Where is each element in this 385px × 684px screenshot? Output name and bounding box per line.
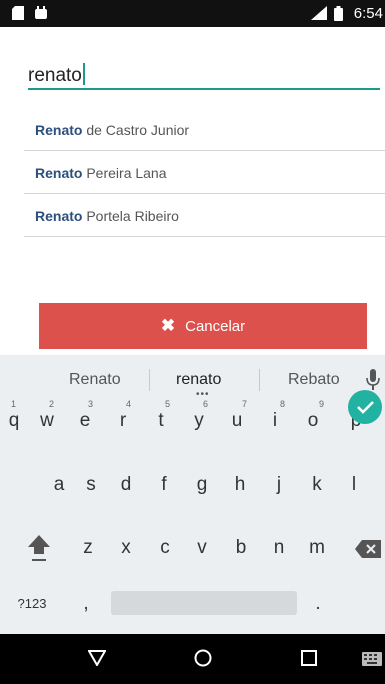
suggestion-divider	[149, 369, 150, 391]
key-l[interactable]: l	[335, 474, 373, 496]
result-rest: de Castro Junior	[82, 122, 190, 138]
status-time: 6:54	[353, 5, 383, 22]
shift-key-icon[interactable]	[26, 533, 52, 569]
result-rest: Pereira Lana	[82, 165, 167, 181]
cancel-button[interactable]: ✖ Cancelar	[39, 303, 367, 349]
result-item[interactable]: Renato Portela Ribeiro	[24, 194, 385, 237]
search-input[interactable]: renato	[28, 63, 85, 87]
status-bar: 6:54	[0, 0, 385, 27]
enter-key[interactable]	[348, 390, 382, 424]
signal-icon	[311, 6, 327, 25]
symbols-key[interactable]: ?123	[12, 596, 52, 611]
key-s[interactable]: s	[72, 474, 110, 496]
key-hint: 6	[203, 399, 209, 409]
suggestion-strip: Renato renato ••• Rebato	[0, 355, 385, 407]
navigation-bar	[0, 634, 385, 684]
key-x[interactable]: x	[107, 537, 145, 559]
key-hint: 4	[126, 399, 132, 409]
search-area: renato	[0, 27, 385, 102]
key-y[interactable]: y	[180, 410, 218, 432]
key-hint: 9	[319, 399, 325, 409]
key-g[interactable]: g	[183, 474, 221, 496]
result-item[interactable]: Renato de Castro Junior	[24, 108, 385, 151]
key-t[interactable]: t	[142, 410, 180, 432]
key-b[interactable]: b	[222, 537, 260, 559]
recents-icon[interactable]	[301, 650, 317, 671]
result-highlight: Renato	[35, 122, 83, 138]
cancel-button-label: Cancelar	[185, 317, 246, 335]
key-q[interactable]: q	[0, 410, 28, 432]
close-icon: ✖	[160, 316, 176, 335]
soft-keyboard: Renato renato ••• Rebato 1 2 3 4 5 6 7 8…	[0, 355, 385, 634]
key-hint: 1	[11, 399, 17, 409]
key-o[interactable]: o	[294, 410, 332, 432]
suggestion-1[interactable]: Renato	[69, 371, 121, 389]
battery-icon	[334, 6, 343, 26]
key-k[interactable]: k	[298, 474, 336, 496]
key-f[interactable]: f	[145, 474, 183, 496]
results-list: Renato de Castro Junior Renato Pereira L…	[24, 108, 385, 237]
period-key[interactable]: .	[308, 593, 328, 615]
key-i[interactable]: i	[256, 410, 294, 432]
back-icon[interactable]	[87, 650, 107, 671]
search-input-text: renato	[28, 65, 82, 86]
key-z[interactable]: z	[69, 537, 107, 559]
suggestion-2[interactable]: renato	[176, 371, 221, 389]
suggestion-3[interactable]: Rebato	[288, 371, 340, 389]
result-highlight: Renato	[35, 208, 83, 224]
backspace-key-icon[interactable]	[354, 540, 382, 564]
key-d[interactable]: d	[107, 474, 145, 496]
key-m[interactable]: m	[298, 537, 336, 559]
key-hint: 7	[242, 399, 248, 409]
key-v[interactable]: v	[183, 537, 221, 559]
text-caret	[82, 63, 85, 85]
key-c[interactable]: c	[146, 537, 184, 559]
key-hint: 2	[49, 399, 55, 409]
comma-key[interactable]: ,	[76, 593, 96, 615]
key-h[interactable]: h	[221, 474, 259, 496]
key-r[interactable]: r	[104, 410, 142, 432]
home-icon[interactable]	[194, 649, 212, 672]
suggestion-divider	[259, 369, 260, 391]
result-rest: Portela Ribeiro	[82, 208, 179, 224]
checkmark-icon	[357, 401, 374, 414]
key-n[interactable]: n	[260, 537, 298, 559]
key-w[interactable]: w	[28, 410, 66, 432]
key-hint: 8	[280, 399, 286, 409]
space-bar[interactable]	[111, 591, 297, 615]
key-u[interactable]: u	[218, 410, 256, 432]
key-j[interactable]: j	[260, 474, 298, 496]
result-highlight: Renato	[35, 165, 83, 181]
key-hint: 3	[88, 399, 94, 409]
key-e[interactable]: e	[66, 410, 104, 432]
result-item[interactable]: Renato Pereira Lana	[24, 151, 385, 194]
android-icon	[34, 6, 48, 25]
sd-card-icon	[12, 6, 24, 25]
key-hint: 5	[165, 399, 171, 409]
search-underline	[28, 88, 380, 90]
keyboard-switch-icon[interactable]	[362, 652, 382, 671]
